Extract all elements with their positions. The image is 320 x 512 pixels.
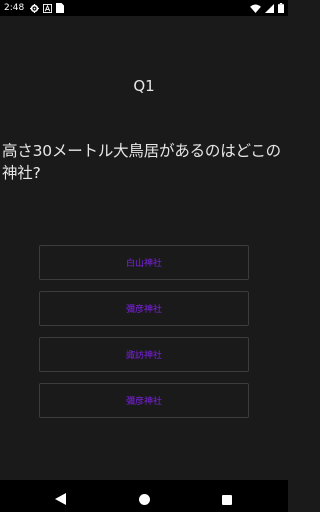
status-bar: 2:48 xyxy=(0,0,288,16)
question-number: Q1 xyxy=(133,77,155,95)
gear-icon xyxy=(30,3,40,13)
answer-label: 白山神社 xyxy=(125,259,162,269)
wifi-icon xyxy=(250,3,261,13)
signal-icon xyxy=(265,3,274,13)
navigation-bar xyxy=(0,480,288,512)
status-time: 2:48 xyxy=(4,3,25,13)
answer-label: 諏訪神社 xyxy=(125,351,162,361)
status-notification-icons xyxy=(30,3,65,13)
answer-button-2[interactable]: 彌彦神社 xyxy=(39,291,249,326)
quiz-screen: 2:48 Q1 高さ30メートル大鳥居があるのはどこの神社? 白山神社 彌彦神社… xyxy=(0,0,288,512)
answer-label: 彌彦神社 xyxy=(125,397,162,407)
recents-icon[interactable] xyxy=(222,490,232,509)
answer-button-3[interactable]: 諏訪神社 xyxy=(39,337,249,372)
home-icon[interactable] xyxy=(139,490,150,509)
answer-label: 彌彦神社 xyxy=(125,305,162,315)
answer-button-4[interactable]: 彌彦神社 xyxy=(39,383,249,418)
question-text: 高さ30メートル大鳥居があるのはどこの神社? xyxy=(2,142,281,182)
answer-button-1[interactable]: 白山神社 xyxy=(39,245,249,280)
battery-icon xyxy=(278,3,284,13)
answer-list: 白山神社 彌彦神社 諏訪神社 彌彦神社 xyxy=(39,245,249,429)
a-notification-icon xyxy=(43,3,53,13)
status-system-icons xyxy=(250,0,284,16)
sim-card-icon xyxy=(56,3,65,13)
back-icon[interactable] xyxy=(55,490,66,509)
